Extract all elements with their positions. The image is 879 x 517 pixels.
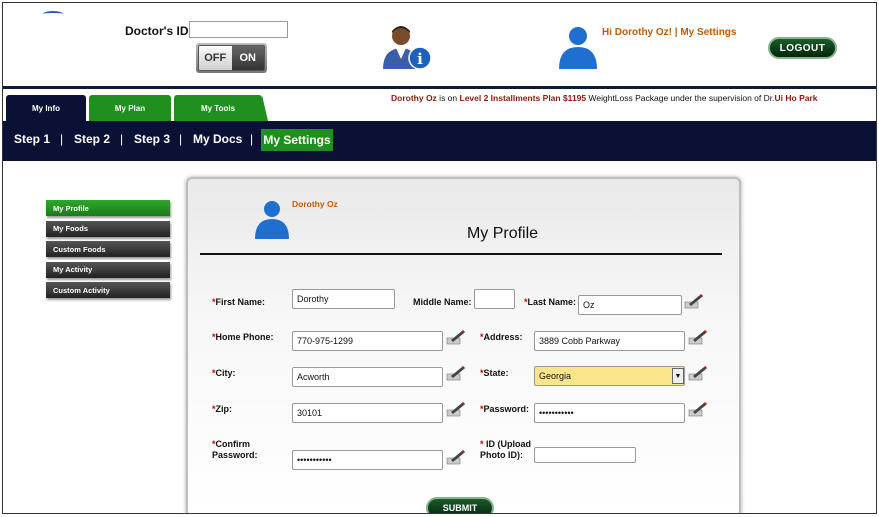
nav-my-docs[interactable]: My Docs xyxy=(193,132,242,146)
middle-name-label: Middle Name: xyxy=(413,297,472,307)
photo-id-upload-field[interactable] xyxy=(534,447,636,463)
first-name-field[interactable]: Dorothy xyxy=(292,289,395,309)
last-name-label-text: Last Name: xyxy=(527,297,577,307)
home-phone-label-text: Home Phone: xyxy=(215,332,274,342)
chevron-down-icon[interactable]: ▼ xyxy=(672,368,684,384)
nav-separator: | xyxy=(60,132,64,146)
zip-label: *Zip: xyxy=(212,404,232,415)
nav-separator: | xyxy=(179,132,183,146)
svg-text:i: i xyxy=(417,50,423,68)
tab-my-info[interactable]: My Info xyxy=(6,95,86,121)
on-off-toggle[interactable]: OFF ON xyxy=(196,43,267,73)
sidebar-item-custom-activity[interactable]: Custom Activity xyxy=(46,282,170,298)
doctor-id-label: Doctor's ID: xyxy=(125,24,193,38)
submit-button[interactable]: SUBMIT xyxy=(426,497,494,513)
plan-text-2: WeightLoss Package under the supervision… xyxy=(586,93,764,103)
nav-separator: | xyxy=(120,132,124,146)
edit-pencil-icon[interactable] xyxy=(446,329,466,345)
profile-user-name: Dorothy Oz xyxy=(292,199,338,209)
first-name-label-text: First Name: xyxy=(215,297,266,307)
plan-user-name: Dorothy Oz xyxy=(391,93,437,103)
home-phone-label: *Home Phone: xyxy=(212,332,274,343)
nav-separator: | xyxy=(250,132,254,146)
state-label: *State: xyxy=(480,368,509,379)
nav-my-settings[interactable]: My Settings xyxy=(261,129,333,151)
doctor-info-icon[interactable]: i xyxy=(381,23,433,71)
photo-id-label-line2: Photo ID): xyxy=(480,450,523,460)
zip-label-text: Zip: xyxy=(215,404,233,414)
profile-panel: Dorothy Oz My Profile *First Name: Dorot… xyxy=(186,177,741,513)
title-divider xyxy=(200,253,722,255)
photo-id-label-line1: ID (Upload xyxy=(486,439,532,449)
middle-name-field[interactable] xyxy=(474,289,515,309)
page-title: My Profile xyxy=(466,225,539,242)
home-phone-field[interactable]: 770-975-1299 xyxy=(292,331,443,351)
last-name-label: *Last Name: xyxy=(524,297,576,308)
edit-pencil-icon[interactable] xyxy=(446,449,466,465)
sidebar-item-my-activity[interactable]: My Activity xyxy=(46,261,170,278)
edit-pencil-icon[interactable] xyxy=(688,329,708,345)
city-label: *City: xyxy=(212,368,236,379)
toggle-on-label: ON xyxy=(231,46,264,70)
nav-step-2[interactable]: Step 2 xyxy=(74,132,110,146)
confirm-password-label: *Confirm Password: xyxy=(212,439,258,461)
user-avatar-icon xyxy=(559,27,597,69)
tab-my-plan[interactable]: My Plan xyxy=(89,95,171,121)
address-field[interactable]: 3889 Cobb Parkway xyxy=(534,331,685,351)
edit-pencil-icon[interactable] xyxy=(688,365,708,381)
edit-pencil-icon[interactable] xyxy=(684,293,704,309)
logout-button[interactable]: LOGOUT xyxy=(768,37,837,59)
sidebar-item-my-foods[interactable]: My Foods xyxy=(46,220,170,237)
toggle-off-label: OFF xyxy=(199,46,232,70)
tab-edge xyxy=(262,95,268,121)
plan-doctor-prefix: Dr. xyxy=(763,93,775,103)
app-window: Doctor's ID: OFF ON i Hi Dorothy Oz! | M… xyxy=(2,2,877,514)
nav-step-3[interactable]: Step 3 xyxy=(134,132,170,146)
plan-doctor-name: Ui Ho Park xyxy=(774,93,818,103)
first-name-label: *First Name: xyxy=(212,297,265,308)
step-navbar: Step 1 | Step 2 | Step 3 | My Docs | My … xyxy=(3,121,876,161)
settings-sidebar: My Profile My Foods Custom Foods My Acti… xyxy=(46,200,170,303)
plan-info-text: Dorothy Oz is on Level 2 Installments Pl… xyxy=(391,93,831,104)
city-label-text: City: xyxy=(215,368,236,378)
password-label-text: Password: xyxy=(483,404,530,414)
greeting-link[interactable]: Hi Dorothy Oz! | My Settings xyxy=(602,27,736,38)
edit-pencil-icon[interactable] xyxy=(446,365,466,381)
nav-step-1[interactable]: Step 1 xyxy=(14,132,50,146)
confirm-password-label-line2: Password: xyxy=(212,450,258,460)
logo xyxy=(43,11,63,17)
plan-text-1: is on xyxy=(436,93,460,103)
plan-name: Level 2 Installments Plan $1195 xyxy=(459,93,587,103)
sidebar-item-my-profile[interactable]: My Profile xyxy=(46,200,170,216)
last-name-field[interactable]: Oz xyxy=(578,295,682,315)
required-mark: * xyxy=(480,439,484,449)
photo-id-label: * ID (Upload Photo ID): xyxy=(480,439,531,461)
address-label-text: Address: xyxy=(483,332,523,342)
address-label: *Address: xyxy=(480,332,523,343)
tab-my-tools[interactable]: My Tools xyxy=(174,95,262,121)
doctor-id-input[interactable] xyxy=(189,21,288,38)
password-label: *Password: xyxy=(480,404,529,415)
password-field[interactable]: ••••••••••• xyxy=(534,403,685,423)
city-field[interactable]: Acworth xyxy=(292,367,443,387)
state-select-value: Georgia xyxy=(539,371,572,381)
zip-field[interactable]: 30101 xyxy=(292,403,443,423)
edit-pencil-icon[interactable] xyxy=(688,401,708,417)
confirm-password-field[interactable]: ••••••••••• xyxy=(292,450,443,470)
header-divider xyxy=(3,86,876,89)
state-label-text: State: xyxy=(483,368,509,378)
confirm-password-label-line1: Confirm xyxy=(215,439,251,449)
state-select[interactable]: Georgia ▼ xyxy=(534,366,685,386)
sidebar-item-custom-foods[interactable]: Custom Foods xyxy=(46,241,170,257)
edit-pencil-icon[interactable] xyxy=(446,401,466,417)
